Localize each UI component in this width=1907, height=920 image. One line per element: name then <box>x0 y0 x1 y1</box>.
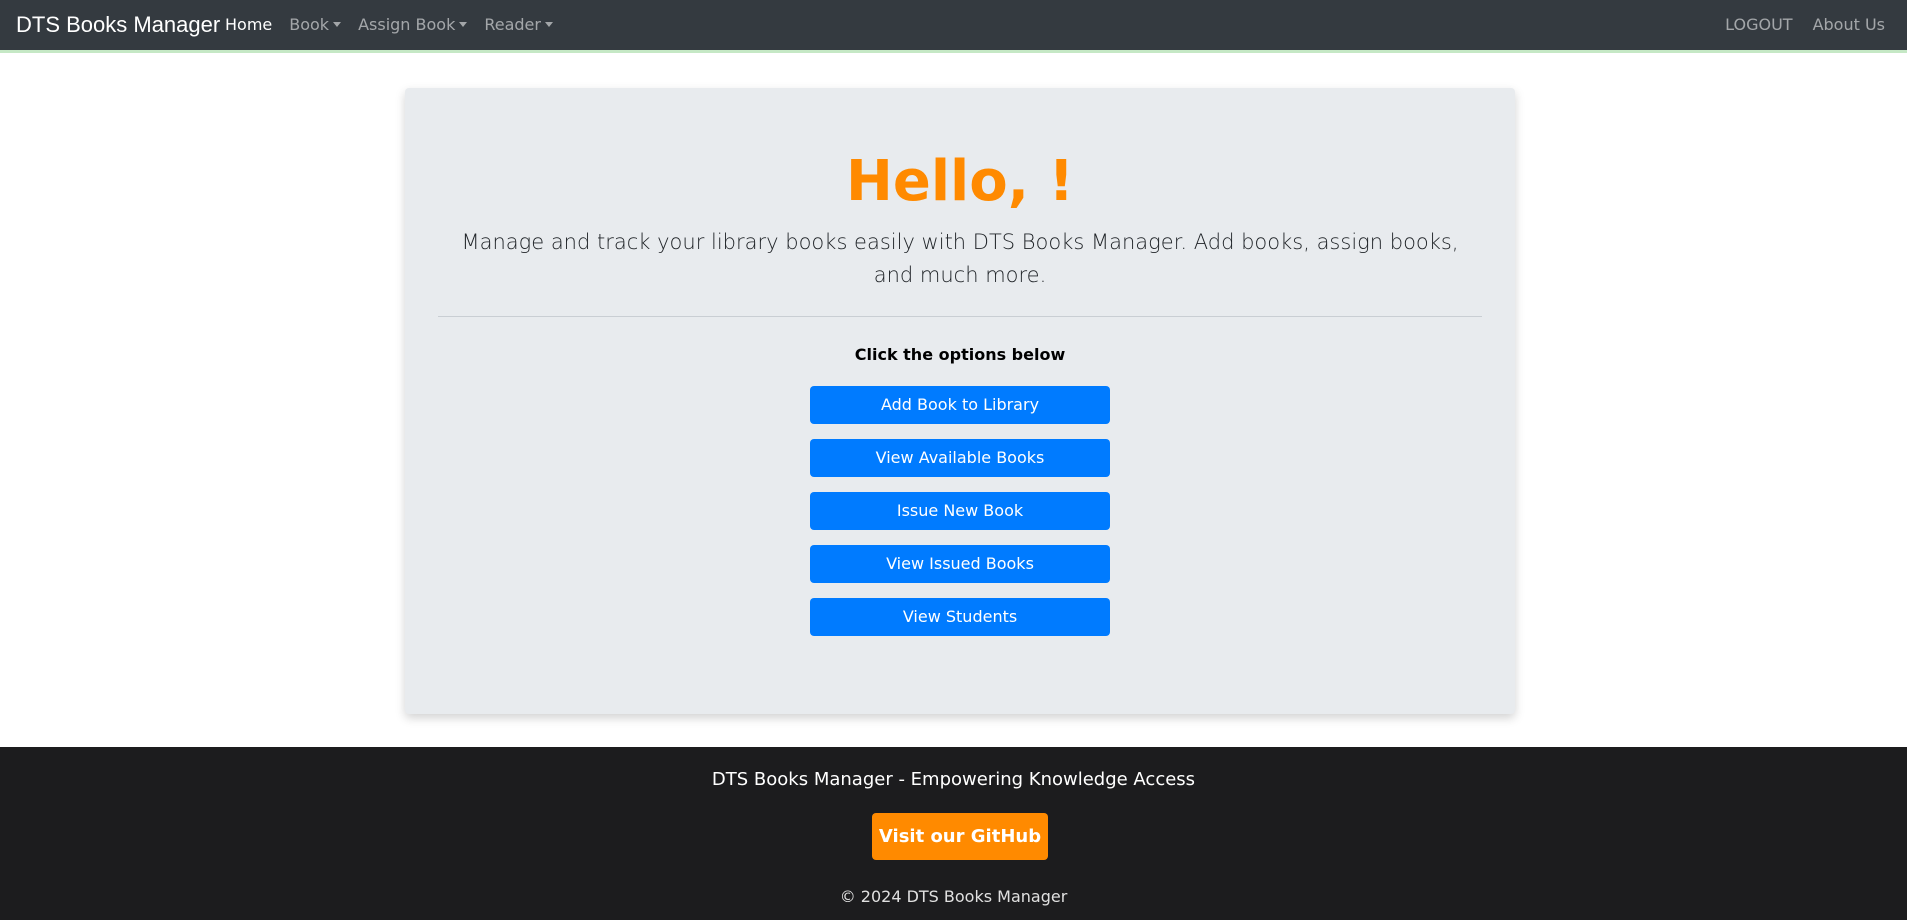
page-footer: DTS Books Manager - Empowering Knowledge… <box>0 747 1907 920</box>
options-button-list: Add Book to Library View Available Books… <box>810 386 1110 651</box>
add-book-button[interactable]: Add Book to Library <box>810 386 1110 424</box>
footer-tagline: DTS Books Manager - Empowering Knowledge… <box>711 769 1196 790</box>
nav-left-menu: Home Book Assign Book Reader <box>225 15 553 34</box>
divider <box>438 316 1482 317</box>
view-available-books-button[interactable]: View Available Books <box>810 439 1110 477</box>
top-navbar: DTS Books Manager Home Book Assign Book … <box>0 0 1907 53</box>
caret-down-icon <box>333 22 342 27</box>
copyright-text: © 2024 DTS Books Manager <box>839 887 1068 906</box>
nav-book-label: Book <box>289 15 330 34</box>
view-issued-books-button[interactable]: View Issued Books <box>810 545 1110 583</box>
nav-about-us[interactable]: About Us <box>1813 15 1885 34</box>
nav-reader-dropdown[interactable]: Reader <box>484 15 553 34</box>
nav-assign-book-dropdown[interactable]: Assign Book <box>358 15 468 34</box>
lead-description: Manage and track your library books easi… <box>461 230 1459 287</box>
view-students-button[interactable]: View Students <box>810 598 1110 636</box>
nav-home[interactable]: Home <box>225 15 272 34</box>
caret-down-icon <box>459 22 468 27</box>
welcome-jumbotron: Hello, ! Manage and track your library b… <box>405 88 1515 714</box>
nav-logout[interactable]: LOGOUT <box>1725 15 1792 34</box>
nav-book-dropdown[interactable]: Book <box>289 15 342 34</box>
nav-reader-label: Reader <box>484 15 541 34</box>
options-label: Click the options below <box>854 345 1066 364</box>
issue-new-book-button[interactable]: Issue New Book <box>810 492 1110 530</box>
nav-assign-book-label: Assign Book <box>358 15 456 34</box>
brand-logo[interactable]: DTS Books Manager <box>16 12 220 38</box>
caret-down-icon <box>544 22 553 27</box>
greeting-heading: Hello, ! <box>845 149 1075 214</box>
github-button[interactable]: Visit our GitHub <box>872 813 1048 860</box>
nav-right-menu: LOGOUT About Us <box>1725 15 1885 34</box>
nav-home-label: Home <box>225 15 273 34</box>
